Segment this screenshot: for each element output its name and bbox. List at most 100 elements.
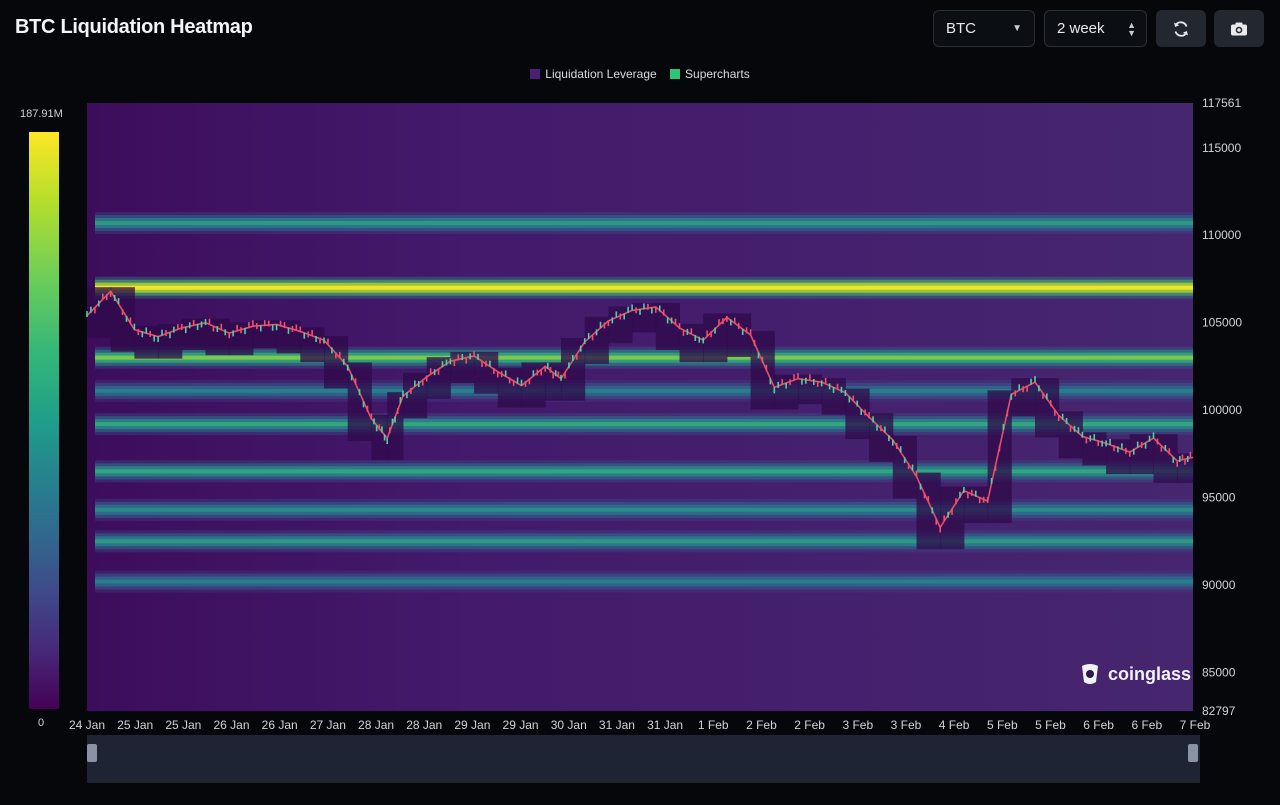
candle bbox=[465, 357, 467, 364]
candle bbox=[1121, 443, 1123, 450]
candle bbox=[864, 409, 866, 416]
candle bbox=[907, 462, 910, 469]
candle bbox=[998, 445, 1001, 452]
candle bbox=[469, 353, 471, 360]
x-tick-label: 6 Feb bbox=[1083, 718, 1114, 732]
range-navigator[interactable] bbox=[87, 735, 1200, 783]
x-tick-label: 3 Feb bbox=[842, 718, 873, 732]
candle bbox=[350, 374, 353, 381]
candle bbox=[552, 372, 554, 379]
candle bbox=[500, 371, 503, 378]
candle bbox=[149, 330, 151, 337]
candle bbox=[113, 294, 116, 301]
candle bbox=[888, 435, 890, 442]
candle bbox=[836, 383, 839, 390]
candle bbox=[1181, 454, 1184, 461]
candle bbox=[1042, 392, 1044, 399]
candle bbox=[512, 379, 515, 386]
candle bbox=[647, 303, 649, 310]
candle bbox=[603, 322, 606, 329]
candle bbox=[315, 335, 317, 342]
x-tick-label: 5 Feb bbox=[987, 718, 1018, 732]
candle bbox=[1006, 410, 1009, 417]
candle bbox=[1069, 425, 1072, 432]
candle bbox=[1140, 442, 1143, 449]
candle bbox=[856, 400, 859, 407]
candle bbox=[785, 382, 787, 389]
candle bbox=[212, 325, 215, 332]
candle bbox=[611, 317, 614, 324]
candle bbox=[1050, 400, 1052, 407]
candle bbox=[557, 371, 560, 378]
candle bbox=[109, 290, 112, 297]
candle bbox=[117, 298, 120, 305]
candle bbox=[157, 336, 159, 343]
candle bbox=[884, 426, 886, 433]
candle bbox=[311, 329, 313, 336]
candle bbox=[939, 526, 941, 533]
candle bbox=[90, 306, 92, 313]
candle bbox=[248, 322, 250, 329]
candle bbox=[643, 303, 645, 310]
candle bbox=[1018, 384, 1020, 391]
candle bbox=[441, 361, 444, 368]
candle bbox=[1125, 447, 1127, 454]
candle bbox=[445, 359, 448, 366]
x-tick-label: 31 Jan bbox=[647, 718, 683, 732]
candle bbox=[1081, 431, 1084, 438]
x-axis: 24 Jan 25 Jan 25 Jan 26 Jan 26 Jan 27 Jan 28 J… bbox=[69, 718, 1211, 732]
x-tick-label: 1 Feb bbox=[698, 718, 729, 732]
x-tick-label: 31 Jan bbox=[599, 718, 635, 732]
candle bbox=[741, 329, 744, 336]
candle bbox=[394, 416, 396, 423]
candle bbox=[216, 326, 219, 333]
candle bbox=[757, 352, 760, 359]
candle bbox=[485, 360, 487, 367]
candle bbox=[323, 337, 325, 344]
candle bbox=[959, 491, 961, 498]
candle bbox=[208, 318, 211, 325]
candle bbox=[1186, 455, 1189, 462]
candle bbox=[287, 327, 290, 334]
candle bbox=[386, 438, 388, 445]
x-tick-label: 24 Jan bbox=[69, 718, 105, 732]
candle bbox=[749, 329, 752, 336]
candle bbox=[931, 507, 934, 514]
candle bbox=[852, 395, 855, 402]
candle bbox=[378, 424, 381, 431]
candle bbox=[706, 330, 708, 337]
candle bbox=[994, 465, 997, 472]
heatmap-band bbox=[95, 220, 1193, 225]
candle bbox=[639, 308, 641, 315]
candle bbox=[169, 332, 171, 339]
candle bbox=[880, 425, 882, 432]
candle bbox=[587, 332, 590, 339]
y-tick-label: 105000 bbox=[1202, 316, 1242, 330]
candle bbox=[1105, 440, 1107, 447]
heatmap-band bbox=[95, 539, 1193, 544]
candle bbox=[769, 378, 772, 385]
coinglass-logo-icon bbox=[1082, 664, 1098, 684]
x-tick-label: 2 Feb bbox=[794, 718, 825, 732]
candle bbox=[125, 315, 128, 322]
candle bbox=[820, 380, 823, 387]
candle bbox=[1144, 442, 1147, 449]
candle bbox=[844, 390, 847, 397]
candle bbox=[1172, 456, 1175, 463]
candle bbox=[816, 380, 819, 387]
x-tick-label: 30 Jan bbox=[551, 718, 587, 732]
candle bbox=[457, 354, 460, 361]
candle bbox=[307, 331, 309, 338]
x-tick-label: 4 Feb bbox=[939, 718, 970, 732]
candle bbox=[702, 337, 704, 344]
candle bbox=[666, 317, 669, 324]
candle bbox=[690, 328, 693, 335]
candle bbox=[414, 380, 416, 387]
candle bbox=[560, 374, 562, 381]
x-tick-label: 5 Feb bbox=[1035, 718, 1066, 732]
candle bbox=[497, 371, 499, 378]
candle bbox=[947, 511, 949, 518]
candle bbox=[1101, 440, 1103, 447]
candle bbox=[102, 293, 104, 300]
candle bbox=[433, 369, 436, 376]
